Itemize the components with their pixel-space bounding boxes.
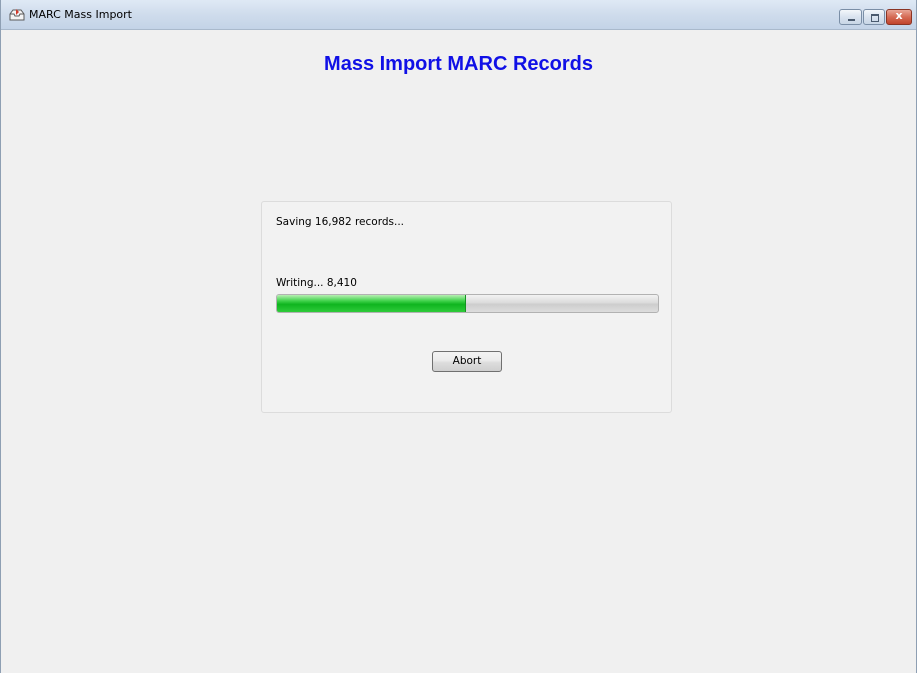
close-icon: x — [895, 9, 903, 22]
progress-bar — [276, 294, 659, 313]
close-button[interactable]: x — [886, 9, 912, 25]
title-bar[interactable]: MARC Mass Import x — [1, 0, 916, 30]
progress-label: Writing... 8,410 — [276, 277, 357, 289]
tray-import-icon — [9, 9, 25, 21]
maximize-button[interactable] — [863, 9, 885, 25]
abort-button[interactable]: Abort — [432, 351, 502, 372]
main-window: MARC Mass Import x Mass Import MARC Reco… — [0, 0, 917, 673]
status-text: Saving 16,982 records... — [276, 216, 404, 228]
minimize-button[interactable] — [839, 9, 862, 25]
progress-bar-fill — [277, 295, 466, 312]
window-title: MARC Mass Import — [29, 8, 132, 21]
page-title: Mass Import MARC Records — [324, 53, 593, 75]
progress-panel: Saving 16,982 records... Writing... 8,41… — [261, 201, 672, 413]
